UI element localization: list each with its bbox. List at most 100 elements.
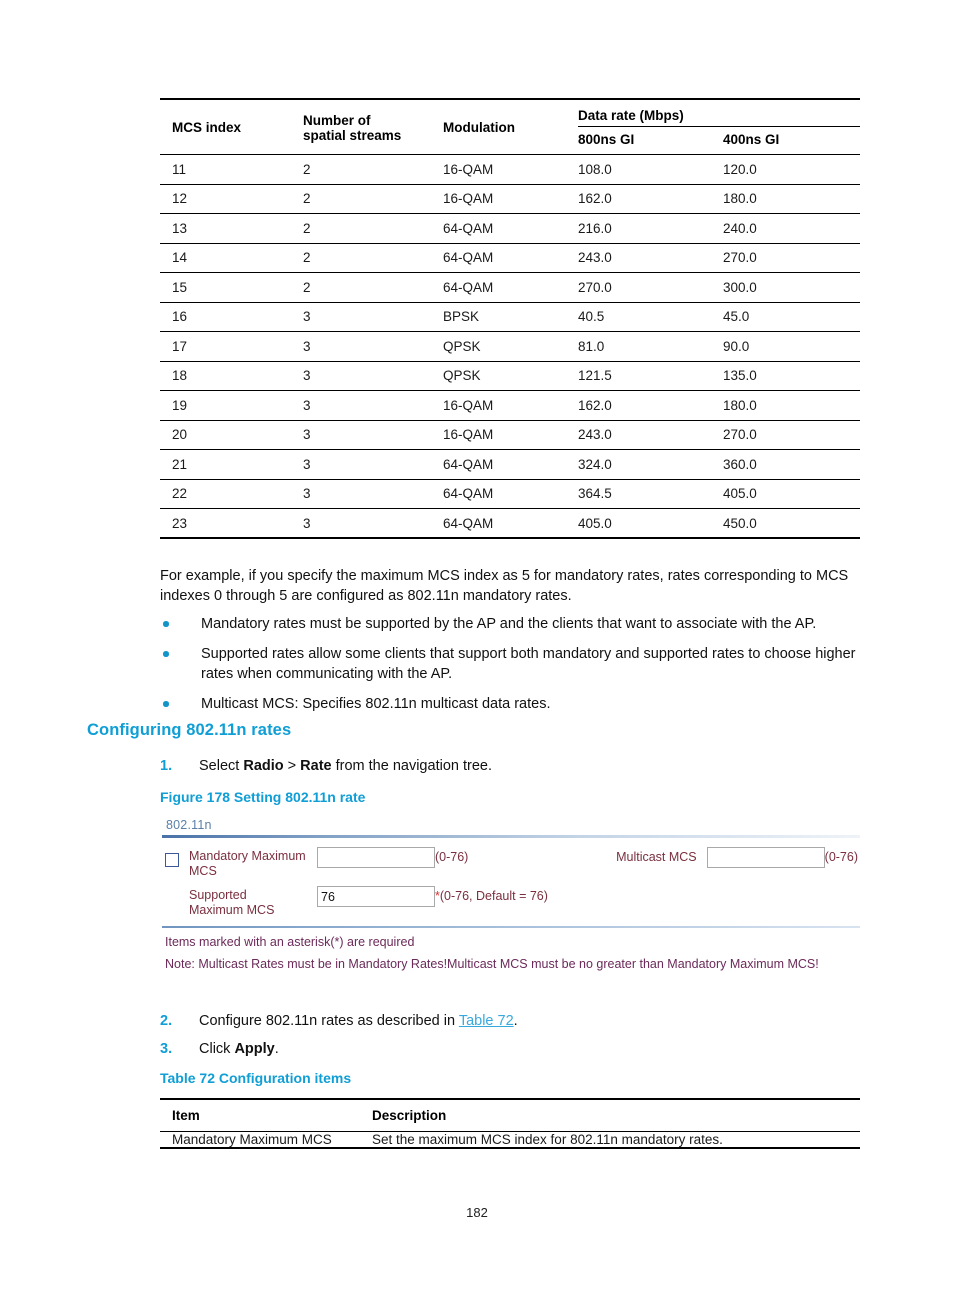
multicast-mcs-input[interactable] (706, 847, 825, 868)
mcs-cell-mcs-index: 23 (160, 508, 303, 538)
mcs-cell-gi-400: 180.0 (723, 183, 860, 214)
mcs-header-mcs-index-cell: MCS index (160, 99, 303, 155)
step-1: 1. Select Radio > Rate from the navigati… (160, 756, 760, 776)
table-row: 19 3 16-QAM 162.0 180.0 (160, 390, 860, 420)
mcs-cell-modulation: 64-QAM (443, 242, 578, 273)
table-row: 16 3 BPSK 40.5 45.0 (160, 301, 860, 332)
notes-bullet-list: Mandatory rates must be supported by the… (160, 614, 870, 724)
supported-maximum-mcs-input[interactable] (317, 886, 435, 907)
mcs-header-gi800-cell: 800ns GI (578, 126, 723, 155)
mcs-cell-mcs-index: 11 (160, 154, 303, 184)
config-header-item-cell: Item (160, 1099, 372, 1132)
mcs-cell-modulation: QPSK (443, 360, 578, 391)
mcs-cell-modulation: QPSK (443, 331, 578, 361)
mcs-cell-spatial-streams: 3 (303, 390, 443, 420)
mcs-cell-gi-400: 120.0 (723, 154, 860, 184)
figure-bottom-divider (162, 926, 860, 928)
figure-multicast-group: Multicast MCS (0-76) (616, 847, 860, 868)
config-table-body: Mandatory Maximum MCS Set the maximum MCS… (160, 1131, 860, 1148)
table-caption: Table 72 Configuration items (160, 1070, 352, 1086)
mcs-cell-modulation: 64-QAM (443, 213, 578, 243)
mcs-header-row-group: MCS index Number of spatial streams Modu… (160, 99, 860, 143)
step-2-number: 2. (160, 1013, 173, 1029)
step-3-prefix: Click (199, 1041, 235, 1057)
mcs-cell-gi-400: 270.0 (723, 242, 860, 273)
mcs-cell-gi-800: 216.0 (578, 213, 723, 243)
mcs-cell-gi-800: 121.5 (578, 360, 723, 391)
step-3-bold-apply: Apply (234, 1041, 275, 1057)
mcs-cell-spatial-streams: 3 (303, 331, 443, 361)
mcs-cell-modulation: 16-QAM (443, 390, 578, 420)
mcs-header-data-rate-group-cell: Data rate (Mbps) (578, 99, 860, 127)
mcs-cell-mcs-index: 15 (160, 272, 303, 302)
mandatory-maximum-mcs-checkbox[interactable] (165, 853, 179, 867)
page-number: 182 (466, 1205, 488, 1220)
list-item: Mandatory rates must be supported by the… (160, 614, 870, 634)
mcs-cell-modulation: 16-QAM (443, 419, 578, 450)
mcs-cell-gi-800: 405.0 (578, 508, 723, 538)
mcs-cell-spatial-streams: 2 (303, 213, 443, 243)
step-2: 2. Configure 802.11n rates as described … (160, 1011, 760, 1031)
table-row: 14 2 64-QAM 243.0 270.0 (160, 242, 860, 273)
example-paragraph: For example, if you specify the maximum … (160, 568, 849, 604)
mcs-cell-mcs-index: 20 (160, 419, 303, 450)
step-3-suffix: . (274, 1041, 279, 1057)
mcs-header-gi800: 800ns GI (578, 132, 635, 147)
bullet-dot-icon (163, 621, 169, 627)
mcs-cell-mcs-index: 12 (160, 183, 303, 214)
table-row: 15 2 64-QAM 270.0 300.0 (160, 272, 860, 302)
mcs-cell-spatial-streams: 2 (303, 242, 443, 273)
table-row: Mandatory Maximum MCS Set the maximum MCS… (160, 1131, 860, 1148)
mcs-cell-gi-400: 300.0 (723, 272, 860, 302)
config-header-item: Item (172, 1108, 200, 1123)
mcs-cell-gi-400: 180.0 (723, 390, 860, 420)
table-row: 13 2 64-QAM 216.0 240.0 (160, 213, 860, 243)
mcs-cell-gi-800: 108.0 (578, 154, 723, 184)
mandatory-label-line1: Mandatory Maximum (189, 849, 306, 863)
mcs-cell-modulation: 64-QAM (443, 508, 578, 538)
list-item-text: Multicast MCS: Specifies 802.11n multica… (201, 696, 551, 712)
config-header-description: Description (372, 1108, 447, 1123)
step-1-bold-rate: Rate (300, 758, 332, 774)
mcs-cell-spatial-streams: 3 (303, 419, 443, 450)
table-row: 11 2 16-QAM 108.0 120.0 (160, 154, 860, 184)
section-heading: Configuring 802.11n rates (87, 721, 292, 739)
supported-maximum-mcs-hint: *(0-76, Default = 76) (435, 886, 548, 903)
mcs-cell-gi-800: 40.5 (578, 301, 723, 332)
mcs-cell-spatial-streams: 3 (303, 360, 443, 391)
mcs-header-mcs-index: MCS index (172, 120, 242, 135)
mcs-cell-gi-800: 364.5 (578, 478, 723, 509)
mcs-cell-mcs-index: 16 (160, 301, 303, 332)
mcs-cell-modulation: 16-QAM (443, 183, 578, 214)
mcs-rates-table-element: MCS index Number of spatial streams Modu… (160, 98, 860, 539)
figure-802-11n-rate-screenshot: 802.11n Mandatory Maximum MCS (0-76) Mul… (162, 816, 860, 988)
mcs-cell-spatial-streams: 2 (303, 272, 443, 302)
multicast-mcs-hint: (0-76) (824, 850, 858, 864)
table-72-crossref-link[interactable]: Table 72 (459, 1013, 514, 1029)
step-1-prefix: Select (199, 758, 244, 774)
supported-label-line1: Supported (189, 888, 247, 902)
mcs-cell-gi-400: 450.0 (723, 508, 860, 538)
step-2-prefix: Configure 802.11n rates as described in (199, 1013, 459, 1029)
supported-label-line2: Maximum MCS (189, 903, 275, 917)
mcs-table-body: 11 2 16-QAM 108.0 120.0 12 2 16-QAM 162.0 180.0 13… (160, 154, 860, 538)
mcs-cell-mcs-index: 17 (160, 331, 303, 361)
mcs-cell-gi-800: 162.0 (578, 183, 723, 214)
mcs-rates-table: MCS index Number of spatial streams Modu… (160, 98, 860, 539)
mandatory-maximum-mcs-hint: (0-76) (435, 850, 469, 864)
figure-mandatory-row: Mandatory Maximum MCS (0-76) Multicast M… (162, 847, 860, 879)
table-row: 23 3 64-QAM 405.0 450.0 (160, 508, 860, 538)
config-header-description-cell: Description (372, 1099, 860, 1132)
mandatory-maximum-mcs-input[interactable] (317, 847, 435, 868)
list-item-text: Supported rates allow some clients that … (201, 646, 856, 682)
figure-note-required: Items marked with an asterisk(*) are req… (165, 934, 415, 949)
list-item: Supported rates allow some clients that … (160, 644, 870, 684)
mcs-cell-gi-800: 243.0 (578, 419, 723, 450)
table-row: 22 3 64-QAM 364.5 405.0 (160, 478, 860, 509)
figure-section-title: 802.11n (166, 818, 212, 832)
figure-supported-row: Supported Maximum MCS *(0-76, Default = … (162, 886, 860, 918)
step-1-text: Select Radio > Rate from the navigation … (160, 756, 760, 776)
mcs-cell-gi-400: 45.0 (723, 301, 860, 332)
mcs-cell-gi-800: 324.0 (578, 449, 723, 479)
mcs-cell-mcs-index: 19 (160, 390, 303, 420)
